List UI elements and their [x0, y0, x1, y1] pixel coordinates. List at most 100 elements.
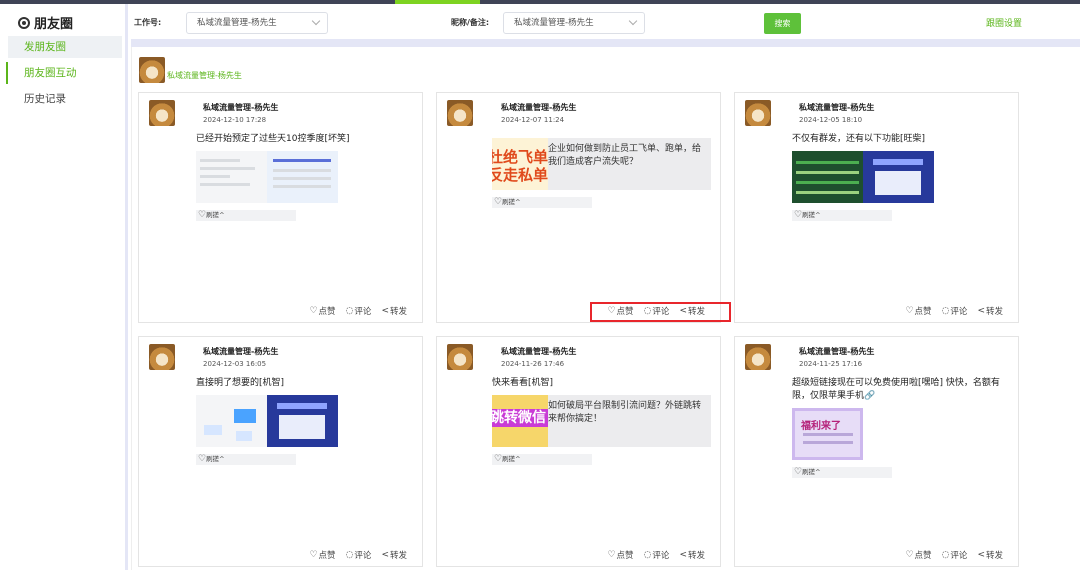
heart-icon: ♡ — [607, 550, 616, 560]
comment-button[interactable]: ◌ 评论 — [346, 305, 372, 317]
heart-icon: ♡ — [494, 454, 503, 464]
work-account-select[interactable]: 私域流量管理-杨先生 — [186, 12, 328, 34]
like-label: 点赞 — [318, 307, 336, 317]
poster-title: 福利来了 — [801, 421, 841, 432]
post-time: 2024-11-26 17:46 — [501, 360, 565, 368]
avatar — [447, 100, 473, 126]
comment-icon: ◌ — [345, 550, 354, 560]
account-header: 私域流量管理-杨先生 — [139, 57, 242, 83]
post-text: 不仅有群发，还有以下功能[旺柴] — [792, 134, 926, 144]
likes-bar: ♡刷搓^ — [492, 197, 592, 208]
share-button[interactable]: < 转发 — [381, 305, 407, 317]
moments-logo-icon — [18, 16, 30, 29]
like-button[interactable]: ♡ 点赞 — [607, 549, 633, 561]
likes-bar: ♡刷搓^ — [492, 454, 592, 465]
nickname-select[interactable]: 私域流量管理-杨先生 — [503, 12, 645, 34]
link-thumbnail: 跳转微信 — [492, 395, 548, 447]
post-image[interactable] — [196, 151, 267, 203]
filter-bar: 工作号: 私域流量管理-杨先生 昵称/备注: 私域流量管理-杨先生 搜索 跟圈设… — [131, 4, 1080, 39]
post-image[interactable] — [196, 395, 267, 447]
share-icon: < — [381, 550, 389, 560]
avatar — [745, 344, 771, 370]
like-label: 点赞 — [914, 307, 932, 317]
post-author: 私域流量管理-杨先生 — [799, 103, 875, 112]
avatar — [149, 100, 175, 126]
sidebar-item-post-moments[interactable]: 发朋友圈 — [8, 36, 122, 58]
likes-list: 刷搓^ — [206, 211, 225, 219]
like-button[interactable]: ♡ 点赞 — [309, 549, 335, 561]
comment-icon: ◌ — [941, 550, 950, 560]
post-image[interactable] — [267, 395, 338, 447]
likes-list: 刷搓^ — [502, 198, 521, 206]
comment-icon: ◌ — [345, 306, 354, 316]
comment-button[interactable]: ◌ 评论 — [942, 305, 968, 317]
share-button[interactable]: < 转发 — [679, 549, 705, 561]
share-icon: < — [977, 306, 985, 316]
comment-button[interactable]: ◌ 评论 — [644, 549, 670, 561]
likes-bar: ♡刷搓^ — [792, 210, 892, 221]
post-image[interactable] — [792, 151, 863, 203]
post-text: 直接明了想要的[机智] — [196, 378, 285, 388]
comment-label: 评论 — [354, 307, 372, 317]
link-title: 企业如何做到防止员工飞单、跑单，给我们造成客户流失呢？ — [548, 144, 702, 167]
post-image[interactable] — [863, 151, 934, 203]
sidebar-item-moments-interaction[interactable]: 朋友圈互动 — [6, 62, 120, 84]
comment-label: 评论 — [950, 307, 968, 317]
post-card: 私域流量管理-杨先生 2024-12-07 11:24 杜绝飞单 反走私单 企业… — [436, 92, 721, 323]
post-image[interactable]: 福利来了 — [792, 408, 863, 460]
heart-icon: ♡ — [794, 467, 803, 477]
heart-icon: ♡ — [309, 550, 318, 560]
avatar — [447, 344, 473, 370]
comment-icon: ◌ — [643, 550, 652, 560]
heart-icon: ♡ — [905, 550, 914, 560]
like-button[interactable]: ♡ 点赞 — [309, 305, 335, 317]
likes-list: 刷搓^ — [206, 455, 225, 463]
like-button[interactable]: ♡ 点赞 — [905, 549, 931, 561]
comment-icon: ◌ — [941, 306, 950, 316]
comment-button[interactable]: ◌ 评论 — [942, 549, 968, 561]
post-card: 私域流量管理-杨先生 2024-11-25 17:16 超级短链接现在可以免费使… — [734, 336, 1019, 567]
post-actions: ♡ 点赞 ◌ 评论 < 转发 — [905, 549, 1003, 561]
sidebar-item-history[interactable]: 历史记录 — [8, 88, 122, 110]
link-preview[interactable]: 杜绝飞单 反走私单 企业如何做到防止员工飞单、跑单，给我们造成客户流失呢？ — [492, 138, 711, 190]
likes-list: 刷搓^ — [802, 211, 821, 219]
link-preview[interactable]: 跳转微信 如何破局平台限制引流问题？外链跳转来帮你搞定！ — [492, 395, 711, 447]
highlight-box — [590, 302, 731, 322]
post-actions: ♡ 点赞 ◌ 评论 < 转发 — [905, 305, 1003, 317]
post-text: 快来看看[机智] — [492, 378, 554, 388]
heart-icon: ♡ — [198, 210, 207, 220]
likes-bar: ♡刷搓^ — [792, 467, 892, 478]
post-time: 2024-11-25 17:16 — [799, 360, 863, 368]
post-actions: ♡ 点赞 ◌ 评论 < 转发 — [607, 549, 705, 561]
like-button[interactable]: ♡ 点赞 — [905, 305, 931, 317]
search-button[interactable]: 搜索 — [764, 13, 801, 34]
likes-bar: ♡刷搓^ — [196, 210, 296, 221]
sidebar: 朋友圈 发朋友圈 朋友圈互动 历史记录 — [0, 4, 128, 570]
link-title: 如何破局平台限制引流问题？外链跳转来帮你搞定！ — [548, 401, 702, 424]
nickname-value: 私域流量管理-杨先生 — [514, 18, 594, 28]
likes-list: 刷搓^ — [502, 455, 521, 463]
post-author: 私域流量管理-杨先生 — [203, 347, 279, 356]
follow-settings-link[interactable]: 跟圈设置 — [986, 16, 1022, 29]
share-icon: < — [977, 550, 985, 560]
link-thumbnail: 杜绝飞单 反走私单 — [492, 138, 548, 190]
share-button[interactable]: < 转发 — [977, 305, 1003, 317]
post-card: 私域流量管理-杨先生 2024-12-05 18:10 不仅有群发，还有以下功能… — [734, 92, 1019, 323]
avatar — [745, 100, 771, 126]
link-thumbnail-text: 跳转微信 — [492, 409, 548, 427]
like-label: 点赞 — [318, 551, 336, 561]
share-button[interactable]: < 转发 — [977, 549, 1003, 561]
comment-button[interactable]: ◌ 评论 — [346, 549, 372, 561]
post-actions: ♡ 点赞 ◌ 评论 < 转发 — [309, 305, 407, 317]
heart-icon: ♡ — [309, 306, 318, 316]
share-button[interactable]: < 转发 — [381, 549, 407, 561]
post-text: 已经开始预定了过些天10控季度[坏笑] — [196, 134, 350, 144]
post-card: 私域流量管理-杨先生 2024-11-26 17:46 快来看看[机智] 跳转微… — [436, 336, 721, 567]
likes-bar: ♡刷搓^ — [196, 454, 296, 465]
comment-label: 评论 — [652, 551, 670, 561]
share-label: 转发 — [389, 307, 407, 317]
heart-icon: ♡ — [198, 454, 207, 464]
post-time: 2024-12-05 18:10 — [799, 116, 863, 124]
comment-label: 评论 — [354, 551, 372, 561]
post-image[interactable] — [267, 151, 338, 203]
